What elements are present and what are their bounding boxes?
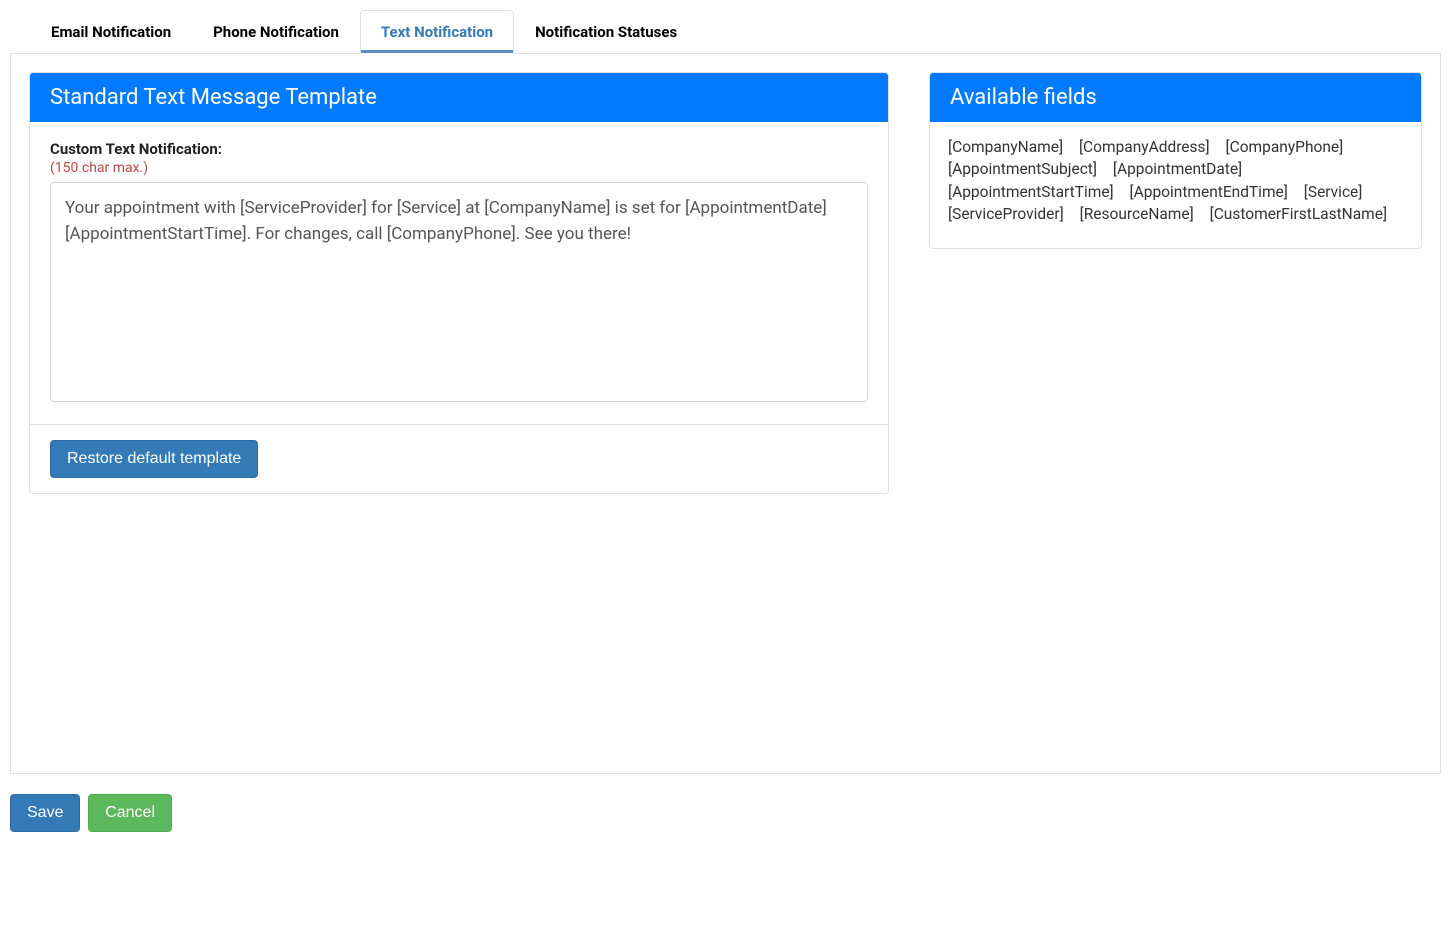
available-fields-panel: Available fields [CompanyName] [CompanyA… (929, 72, 1422, 249)
field-appointment-date[interactable]: [AppointmentDate] (1113, 158, 1242, 180)
custom-text-textarea[interactable]: Your appointment with [ServiceProvider] … (50, 182, 868, 402)
field-appointment-start-time[interactable]: [AppointmentStartTime] (948, 181, 1114, 203)
field-service-provider[interactable]: [ServiceProvider] (948, 203, 1064, 225)
field-resource-name[interactable]: [ResourceName] (1080, 203, 1194, 225)
field-appointment-subject[interactable]: [AppointmentSubject] (948, 158, 1097, 180)
tab-text-notification[interactable]: Text Notification (360, 10, 514, 54)
cancel-button[interactable]: Cancel (88, 794, 172, 832)
standard-template-panel: Standard Text Message Template Custom Te… (29, 72, 889, 494)
panel-title-main: Standard Text Message Template (30, 73, 888, 122)
available-fields-list: [CompanyName] [CompanyAddress] [CompanyP… (930, 122, 1421, 248)
footer-buttons: Save Cancel (10, 794, 1441, 832)
field-company-name[interactable]: [CompanyName] (948, 136, 1063, 158)
field-company-address[interactable]: [CompanyAddress] (1079, 136, 1210, 158)
notification-tabs: Email Notification Phone Notification Te… (10, 10, 1441, 54)
field-service[interactable]: [Service] (1304, 181, 1363, 203)
field-appointment-end-time[interactable]: [AppointmentEndTime] (1130, 181, 1288, 203)
tab-email-notification[interactable]: Email Notification (30, 10, 192, 54)
save-button[interactable]: Save (10, 794, 80, 832)
tab-content: Standard Text Message Template Custom Te… (10, 54, 1441, 774)
tab-notification-statuses[interactable]: Notification Statuses (514, 10, 698, 54)
panel-title-side: Available fields (930, 73, 1421, 122)
tab-phone-notification[interactable]: Phone Notification (192, 10, 360, 54)
restore-default-button[interactable]: Restore default template (50, 440, 258, 478)
field-company-phone[interactable]: [CompanyPhone] (1226, 136, 1344, 158)
custom-text-label: Custom Text Notification: (50, 140, 868, 158)
field-customer-first-last-name[interactable]: [CustomerFirstLastName] (1210, 203, 1388, 225)
char-limit-note: (150 char max.) (50, 160, 868, 176)
